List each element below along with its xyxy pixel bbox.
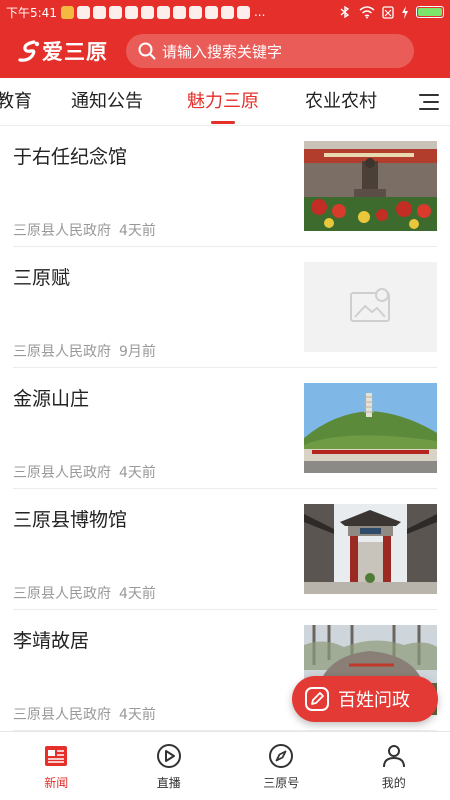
status-right <box>338 5 444 19</box>
nav-label: 三原号 <box>263 776 300 790</box>
news-title: 三原县博物馆 <box>13 509 128 531</box>
battery-icon <box>416 6 444 18</box>
news-time: 4天前 <box>119 223 156 239</box>
compass-icon <box>269 744 294 768</box>
nav-label: 新闻 <box>44 776 69 790</box>
app-notification-icon <box>172 5 186 19</box>
news-thumbnail <box>304 383 437 473</box>
app-notification-icon <box>236 5 250 19</box>
inquiry-edit-icon <box>305 687 329 711</box>
app-notification-icon <box>188 5 202 19</box>
news-item[interactable]: 金源山庄 三原县人民政府 4天前 <box>13 368 437 489</box>
public-inquiry-label: 百姓问政 <box>338 690 410 711</box>
sim-icon <box>382 5 394 19</box>
app-header: 爱三原 请输入搜索关键字 <box>0 24 450 78</box>
menu-icon <box>419 94 439 110</box>
status-time: 下午5:41 <box>6 5 57 20</box>
app-notification-icon <box>60 5 74 19</box>
news-title: 金源山庄 <box>13 388 90 410</box>
play-icon <box>156 744 181 768</box>
news-time: 9月前 <box>119 344 156 360</box>
news-meta: 三原县人民政府 4天前 <box>13 220 156 240</box>
news-source: 三原县人民政府 <box>13 465 111 481</box>
nav-sanyuan-account[interactable]: 三原号 <box>225 732 338 800</box>
search-input[interactable]: 请输入搜索关键字 <box>126 34 414 68</box>
news-thumbnail <box>304 141 437 231</box>
tab-label: 教育 <box>0 91 32 112</box>
bluetooth-icon <box>340 5 350 19</box>
news-item[interactable]: 三原赋 三原县人民政府 9月前 <box>13 247 437 368</box>
nav-profile[interactable]: 我的 <box>338 732 450 800</box>
news-source: 三原县人民政府 <box>13 586 111 602</box>
app-logo[interactable]: 爱三原 <box>16 36 108 66</box>
news-meta: 三原县人民政府 4天前 <box>13 583 156 603</box>
nav-news[interactable]: 新闻 <box>0 732 113 800</box>
search-placeholder: 请输入搜索关键字 <box>162 42 283 61</box>
news-title: 于右任纪念馆 <box>13 146 128 168</box>
news-source: 三原县人民政府 <box>13 223 111 239</box>
app-notification-icon <box>76 5 90 19</box>
news-time: 4天前 <box>119 707 156 723</box>
tab-agriculture[interactable]: 农业农村 <box>305 78 377 125</box>
tab-label: 魅力三原 <box>187 91 259 112</box>
hill-pagoda-photo <box>304 383 437 473</box>
memorial-hall-photo <box>304 141 437 231</box>
news-icon <box>45 746 68 766</box>
museum-gate-photo <box>304 504 437 594</box>
news-title: 李靖故居 <box>13 630 90 652</box>
app-notification-icon <box>92 5 106 19</box>
logo-mark-icon <box>18 40 40 62</box>
tab-charm-sanyuan[interactable]: 魅力三原 <box>187 78 259 125</box>
news-item[interactable]: 于右任纪念馆 三原县人民政府 4天前 <box>13 126 437 247</box>
nav-label: 我的 <box>381 776 406 790</box>
news-item[interactable]: 三原县博物馆 三原县人民政府 4天前 <box>13 489 437 610</box>
app-notification-icon <box>108 5 122 19</box>
notification-icons <box>60 5 250 19</box>
news-time: 4天前 <box>119 586 156 602</box>
nav-label: 直播 <box>156 776 181 790</box>
wifi-icon <box>359 5 375 18</box>
news-meta: 三原县人民政府 4天前 <box>13 462 156 482</box>
news-thumbnail <box>304 504 437 594</box>
app-notification-icon <box>124 5 138 19</box>
nav-live[interactable]: 直播 <box>113 732 226 800</box>
public-inquiry-button[interactable]: 百姓问政 <box>292 676 438 722</box>
tab-label: 农业农村 <box>305 91 377 112</box>
logo-text: 爱三原 <box>42 39 108 64</box>
user-icon <box>382 745 405 768</box>
status-bar: 下午5:41 ... <box>0 0 450 24</box>
active-tab-indicator <box>211 121 235 124</box>
news-meta: 三原县人民政府 9月前 <box>13 341 156 361</box>
app-notification-icon <box>140 5 154 19</box>
news-title: 三原赋 <box>13 267 71 289</box>
app-notification-icon <box>156 5 170 19</box>
app-notification-icon <box>204 5 218 19</box>
news-thumbnail <box>304 262 437 352</box>
charging-icon <box>402 5 408 19</box>
tab-notices[interactable]: 通知公告 <box>71 78 143 125</box>
bottom-nav: 新闻 直播 三原号 我的 <box>0 731 450 800</box>
search-icon <box>138 42 156 60</box>
news-time: 4天前 <box>119 465 156 481</box>
battery-level <box>418 8 442 16</box>
status-more: ... <box>253 5 266 19</box>
category-tabs: 教育 通知公告 魅力三原 农业农村 <box>0 78 450 126</box>
app-notification-icon <box>220 5 234 19</box>
news-meta: 三原县人民政府 4天前 <box>13 704 156 724</box>
news-source: 三原县人民政府 <box>13 707 111 723</box>
tab-education[interactable]: 教育 <box>0 78 32 125</box>
tabs-menu-button[interactable] <box>408 78 450 125</box>
news-list: 于右任纪念馆 三原县人民政府 4天前 三原赋 三原县人民政府 9月前 金源山庄 … <box>0 126 450 731</box>
tab-label: 通知公告 <box>71 91 143 112</box>
news-source: 三原县人民政府 <box>13 344 111 360</box>
placeholder-image-icon <box>304 262 437 352</box>
